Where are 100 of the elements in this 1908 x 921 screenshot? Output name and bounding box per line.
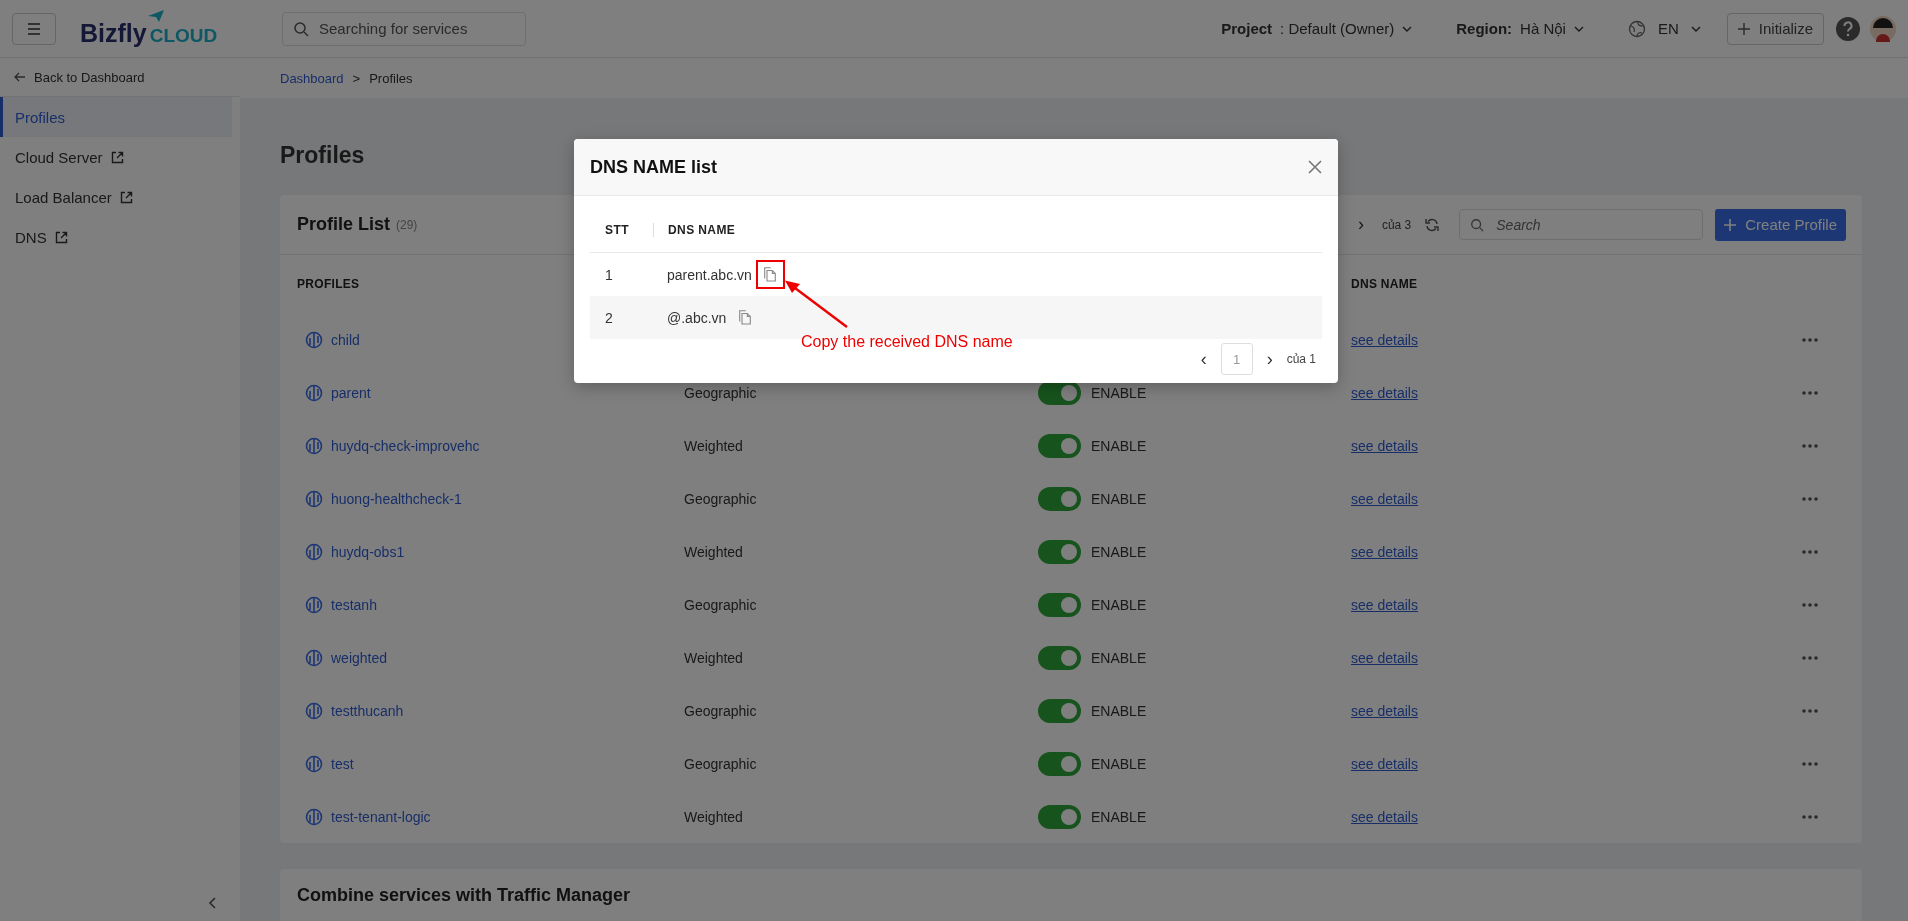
profile-icon (305, 436, 323, 455)
row-number: 1 (605, 266, 614, 283)
see-details-link[interactable]: see details (1351, 543, 1418, 560)
profile-link[interactable]: test-tenant-logic (297, 807, 684, 826)
search-icon (1470, 217, 1485, 232)
status-toggle[interactable] (1038, 751, 1081, 776)
next-page-button[interactable]: › (1266, 348, 1273, 370)
more-icon[interactable] (1802, 814, 1818, 819)
profile-link[interactable]: huydq-obs1 (297, 542, 684, 561)
breadcrumb-item: Profiles (369, 70, 413, 86)
help-icon[interactable] (1836, 16, 1860, 41)
column-header: DNS NAME (1351, 277, 1419, 291)
avatar-icon[interactable] (1870, 15, 1896, 42)
chevron-down-icon (1402, 25, 1413, 32)
see-details-link[interactable]: see details (1351, 437, 1418, 454)
status-label: ENABLE (1091, 808, 1147, 825)
status-toggle[interactable] (1038, 592, 1081, 617)
region-dropdown[interactable]: Region: Hà Nội (1450, 19, 1590, 38)
copy-icon[interactable] (738, 310, 751, 325)
more-icon[interactable] (1802, 708, 1818, 713)
profile-type: Weighted (684, 437, 743, 454)
page-number-field[interactable]: 1 (1220, 343, 1253, 375)
more-icon[interactable] (1802, 655, 1818, 660)
previous-page-button[interactable]: ‹ (1200, 348, 1207, 370)
more-icon[interactable] (1802, 496, 1818, 501)
status-toggle[interactable] (1038, 698, 1081, 723)
profile-icon (305, 807, 323, 826)
status-toggle[interactable] (1038, 804, 1081, 829)
search-icon (293, 20, 309, 37)
plus-icon (1724, 218, 1737, 231)
more-icon[interactable] (1802, 337, 1818, 342)
profile-icon (305, 489, 323, 508)
dns-name: parent.abc.vn (667, 266, 752, 283)
see-details-link[interactable]: see details (1351, 384, 1418, 401)
globe-icon (1627, 19, 1646, 38)
initialize-button[interactable]: Initialize (1726, 12, 1824, 45)
copy-icon[interactable] (764, 267, 777, 282)
chevron-down-icon (1690, 25, 1701, 32)
status-toggle[interactable] (1038, 486, 1081, 511)
profile-link[interactable]: testanh (297, 595, 684, 614)
see-details-link[interactable]: see details (1351, 490, 1418, 507)
language-dropdown[interactable]: EN (1621, 18, 1707, 39)
more-icon[interactable] (1802, 443, 1818, 448)
section-title: Combine services with Traffic Manager (297, 885, 631, 905)
sidebar-item[interactable]: Profiles (0, 97, 232, 137)
column-header: DNS NAME (653, 223, 1322, 237)
see-details-link[interactable]: see details (1351, 755, 1418, 772)
see-details-link[interactable]: see details (1351, 596, 1418, 613)
status-toggle[interactable] (1038, 433, 1081, 458)
profile-link[interactable]: weighted (297, 648, 684, 667)
page-total: của 1 (1286, 352, 1316, 366)
profile-count: (29) (396, 217, 418, 232)
profile-link[interactable]: test (297, 754, 684, 773)
breadcrumb-item[interactable]: Dashboard (280, 70, 344, 86)
more-icon[interactable] (1802, 761, 1818, 766)
profile-icon (305, 595, 323, 614)
sidebar-item[interactable]: Cloud Server (0, 137, 232, 177)
see-details-link[interactable]: see details (1351, 808, 1418, 825)
search-field[interactable]: Search (1459, 209, 1704, 240)
refresh-icon[interactable] (1425, 217, 1440, 232)
status-label: ENABLE (1091, 755, 1147, 772)
see-details-link[interactable]: see details (1351, 702, 1418, 719)
profile-link[interactable]: parent (297, 383, 684, 402)
see-details-link[interactable]: see details (1351, 649, 1418, 666)
search-field[interactable]: Searching for services (282, 11, 526, 46)
status-toggle[interactable] (1038, 539, 1081, 564)
project-dropdown[interactable]: Project : Default (Owner) (1215, 19, 1419, 38)
profile-icon (305, 383, 323, 402)
card-title: Profile List (297, 214, 390, 235)
menu-icon (27, 22, 41, 35)
menu-button[interactable] (12, 12, 56, 45)
page-total: của 3 (1381, 217, 1412, 232)
logo: BizflyCLOUD (80, 9, 230, 48)
status-toggle[interactable] (1038, 645, 1081, 670)
close-icon[interactable] (1308, 160, 1322, 174)
profile-link[interactable]: testthucanh (297, 701, 684, 720)
sidebar-item[interactable]: Load Balancer (0, 177, 232, 217)
next-page-button[interactable]: › (1357, 214, 1364, 235)
breadcrumb-separator: > (352, 70, 361, 86)
profile-link[interactable]: child (297, 330, 684, 349)
more-icon[interactable] (1802, 602, 1818, 607)
column-header: PROFILES (297, 277, 361, 291)
chevron-down-icon (1573, 25, 1584, 32)
see-details-link[interactable]: see details (1351, 331, 1418, 348)
profile-link[interactable]: huydq-check-improvehc (297, 436, 684, 455)
profile-link[interactable]: huong-healthcheck-1 (297, 489, 684, 508)
profile-type: Weighted (684, 808, 743, 825)
create-profile-button[interactable]: Create Profile (1715, 208, 1846, 241)
status-label: ENABLE (1091, 384, 1147, 401)
more-icon[interactable] (1802, 549, 1818, 554)
profile-icon (305, 754, 323, 773)
more-icon[interactable] (1802, 390, 1818, 395)
sidebar-item[interactable]: DNS (0, 217, 232, 257)
profile-type: Geographic (684, 596, 757, 613)
status-label: ENABLE (1091, 702, 1147, 719)
status-label: ENABLE (1091, 649, 1147, 666)
status-label: ENABLE (1091, 437, 1147, 454)
collapse-icon[interactable] (208, 897, 216, 909)
dialog-title: DNS NAME list (590, 156, 717, 178)
arrow-left-icon (14, 72, 26, 82)
